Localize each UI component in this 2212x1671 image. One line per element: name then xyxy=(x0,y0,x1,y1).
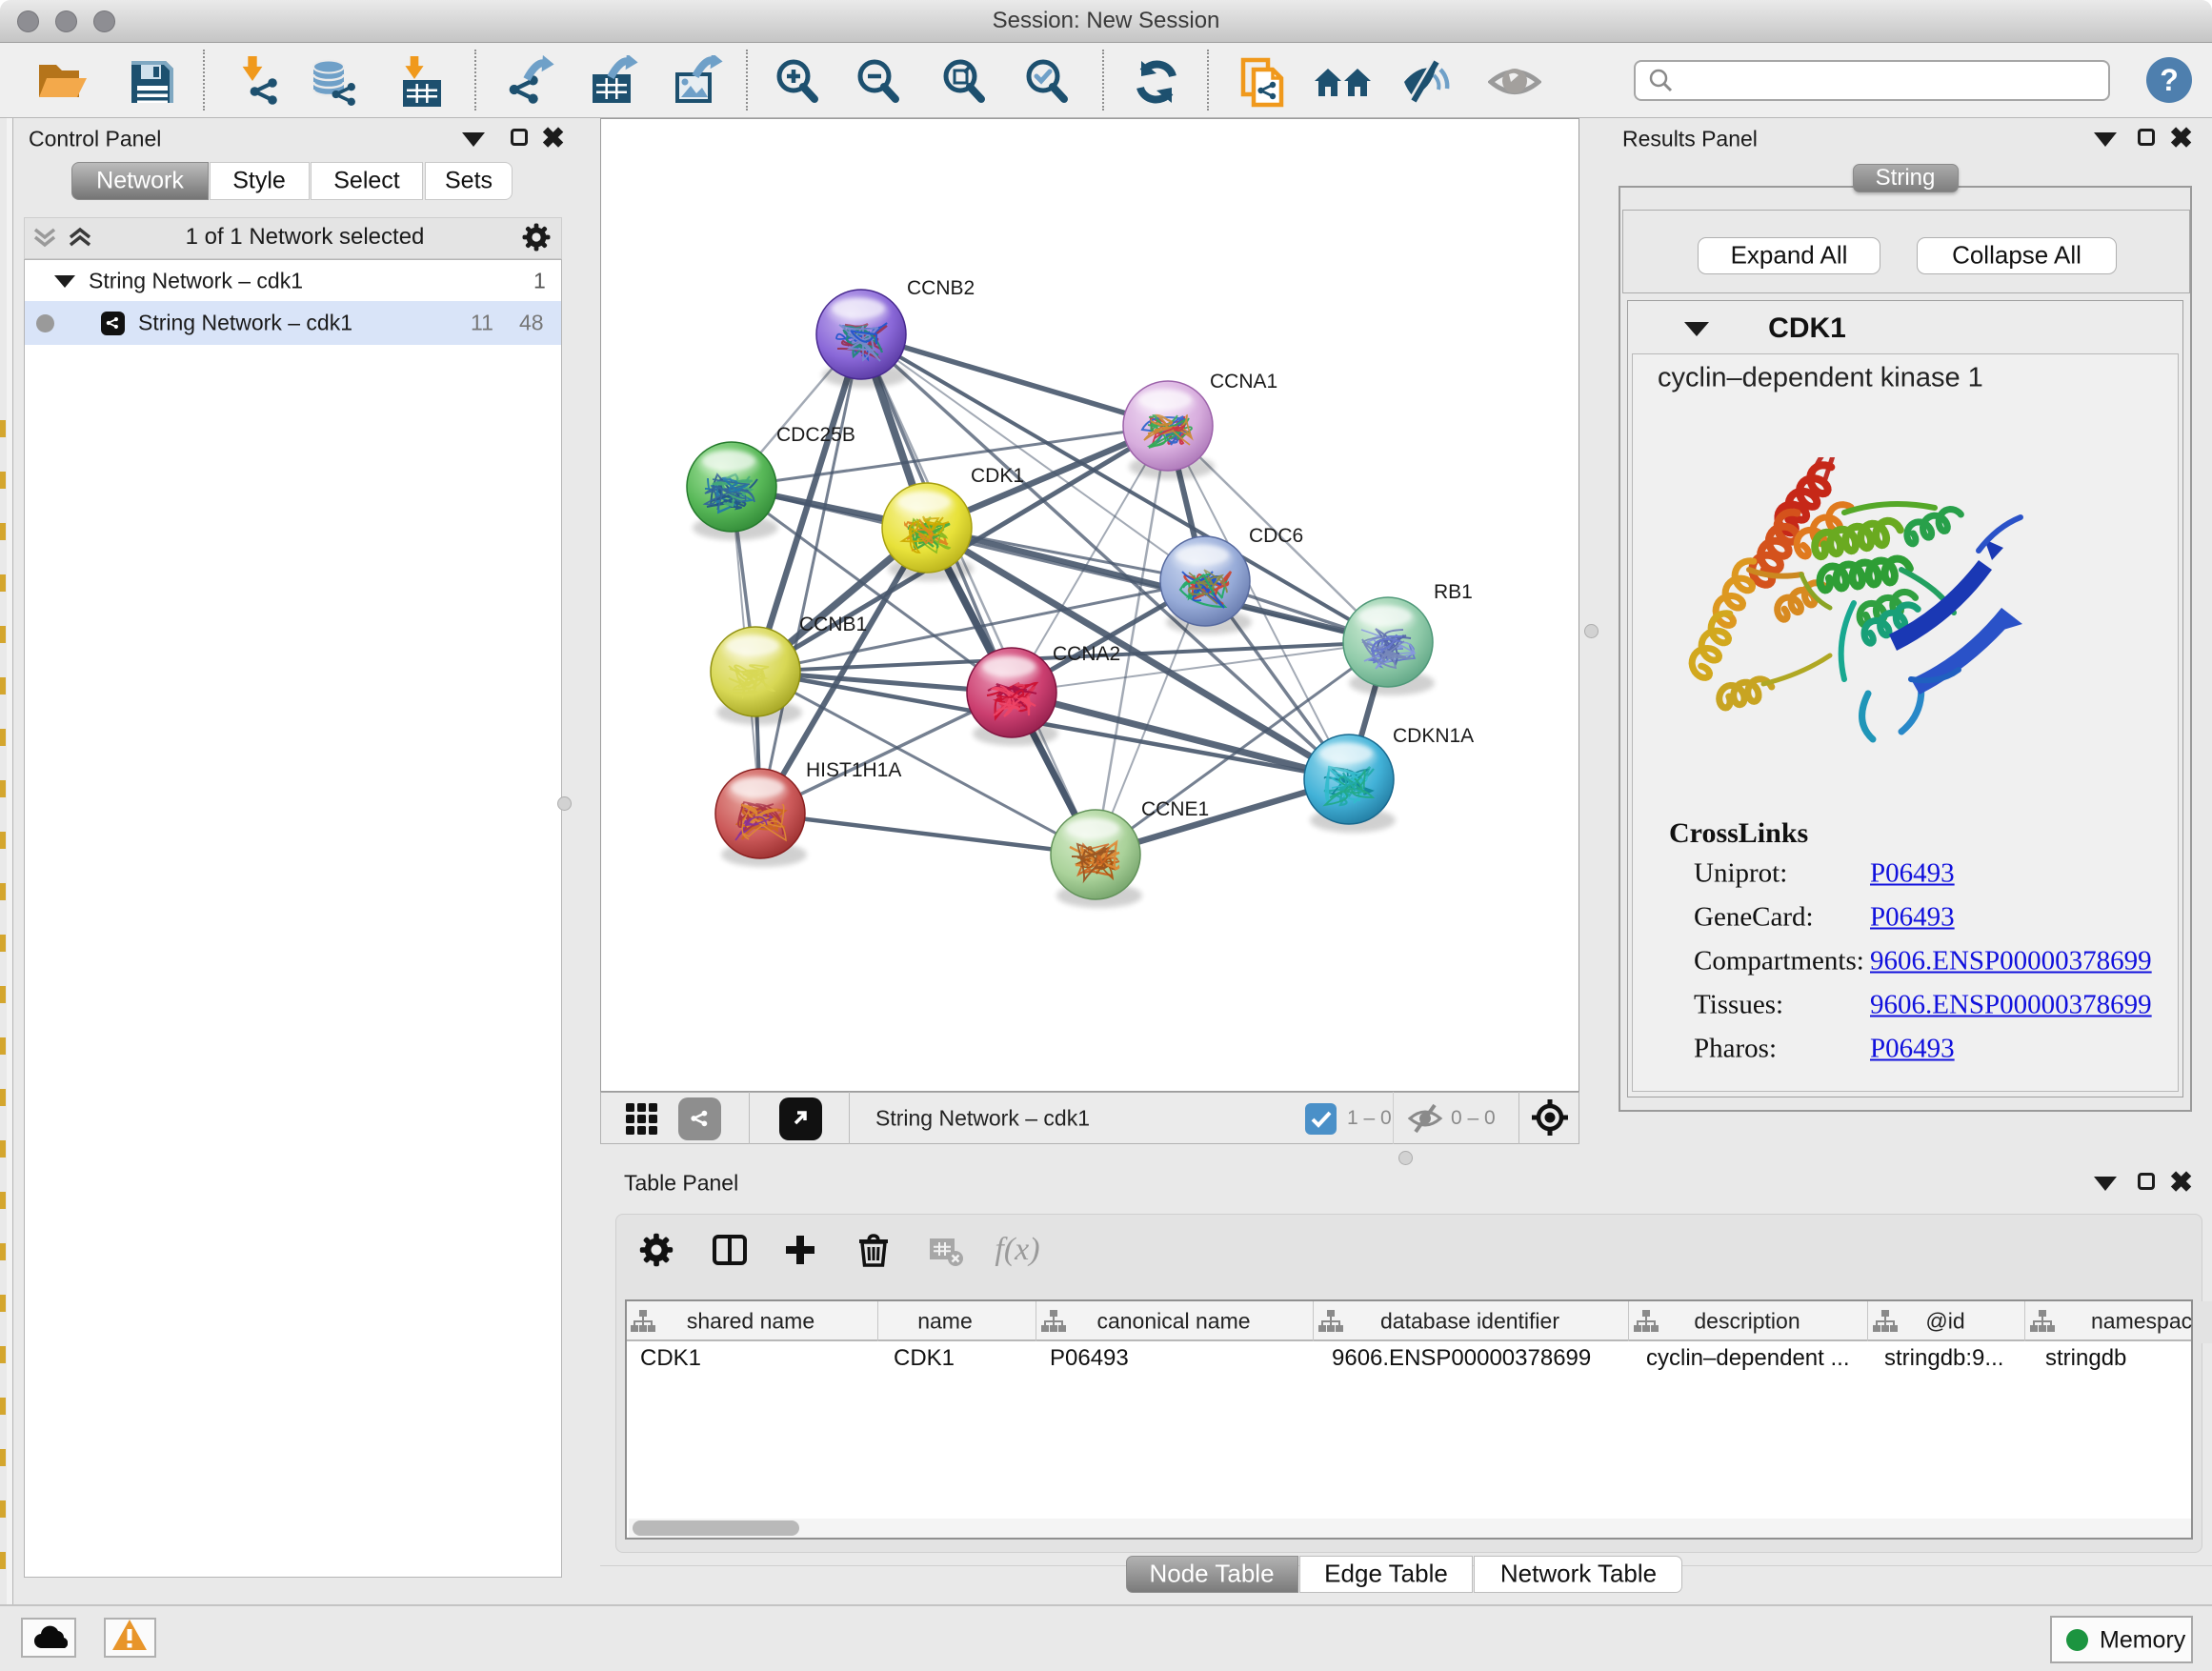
svg-text:CDKN1A: CDKN1A xyxy=(1393,725,1474,747)
svg-text:?: ? xyxy=(2160,63,2179,97)
svg-text:CDK1: CDK1 xyxy=(971,465,1024,487)
svg-text:CCNB2: CCNB2 xyxy=(907,277,975,299)
svg-text:CCNA1: CCNA1 xyxy=(1210,371,1277,393)
svg-text:RB1: RB1 xyxy=(1434,581,1473,603)
svg-text:HIST1H1A: HIST1H1A xyxy=(806,759,901,781)
svg-text:CCNB1: CCNB1 xyxy=(799,614,867,635)
svg-text:CCNA2: CCNA2 xyxy=(1053,643,1120,665)
svg-text:CCNE1: CCNE1 xyxy=(1141,798,1209,820)
svg-text:CDC6: CDC6 xyxy=(1249,525,1303,547)
svg-text:CDC25B: CDC25B xyxy=(776,424,855,446)
